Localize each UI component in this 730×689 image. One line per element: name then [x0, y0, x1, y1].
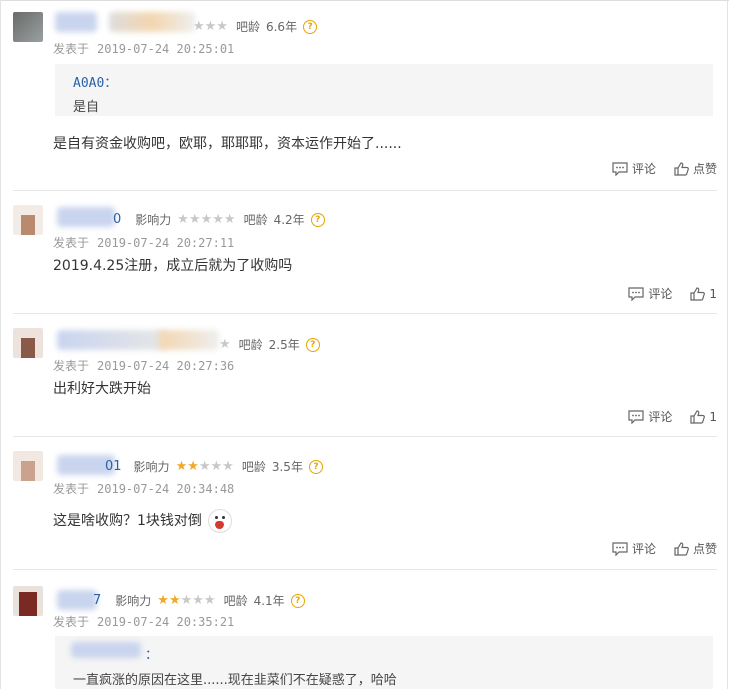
post-date: 发表于 2019-07-24 20:27:11	[53, 236, 235, 250]
username-blurred[interactable]	[57, 330, 167, 350]
like-button[interactable]: 1	[690, 287, 717, 301]
comment-text: 这是啥收购？1块钱对倒	[53, 509, 232, 533]
comment-button[interactable]: 评论	[612, 160, 656, 177]
quoted-username[interactable]: ：	[145, 644, 158, 663]
avatar[interactable]	[13, 328, 43, 358]
thumbs-up-icon	[674, 161, 689, 176]
help-icon[interactable]: ?	[310, 212, 325, 227]
post-date: 发表于 2019-07-24 20:35:21	[53, 615, 235, 629]
quoted-text: 是自	[73, 100, 100, 115]
quoted-reply: ： 一直疯涨的原因在这里......现在韭菜们不在疑惑了，哈哈	[55, 636, 713, 689]
user-meta: 7 影响力 ★★★★★ 吧龄 4.1年 ?	[93, 592, 305, 609]
forum-age-value: 3.5年	[271, 460, 303, 474]
post-date: 发表于 2019-07-24 20:25:01	[53, 42, 235, 56]
avatar[interactable]	[13, 451, 43, 481]
comment-icon	[628, 286, 644, 301]
avatar[interactable]	[13, 12, 43, 42]
username-blurred[interactable]	[109, 12, 195, 32]
forum-age-label: 吧龄	[235, 20, 260, 34]
thumbs-up-icon	[690, 286, 706, 301]
comment-actions: 评论 1	[610, 408, 717, 425]
comment-list: ★★★ 吧龄 6.6年 ? 发表于 2019-07-24 20:25:01 A0A…	[0, 0, 729, 689]
comment-icon	[628, 409, 644, 424]
username-tail[interactable]: 7	[93, 593, 101, 608]
help-icon[interactable]: ?	[290, 593, 305, 608]
post-date: 发表于 2019-07-24 20:27:36	[53, 359, 235, 373]
quoted-username-blurred[interactable]	[71, 642, 141, 658]
comment-item: 0 影响力 ★★★★★ 吧龄 4.2年 ? 发表于 2019-07-24 20:2…	[13, 191, 717, 313]
username-blurred[interactable]	[55, 12, 97, 32]
help-icon[interactable]: ?	[303, 19, 318, 34]
thumbs-up-icon	[690, 409, 706, 424]
comment-text: 2019.4.25注册，成立后就为了收购吗	[53, 258, 293, 274]
comment-actions: 评论 点赞	[594, 540, 717, 557]
username-blurred[interactable]	[57, 207, 115, 227]
help-icon[interactable]: ?	[308, 459, 323, 474]
forum-age-value: 6.6年	[265, 20, 298, 34]
quoted-text: 一直疯涨的原因在这里......现在韭菜们不在疑惑了，哈哈	[73, 673, 397, 688]
username-tail[interactable]: 01	[105, 459, 122, 474]
comment-item: 7 影响力 ★★★★★ 吧龄 4.1年 ? 发表于 2019-07-24 20:3…	[13, 570, 717, 689]
influence-stars: ★★★★★	[175, 459, 234, 474]
comment-icon	[612, 161, 628, 176]
like-button[interactable]: 1	[690, 410, 717, 424]
like-button[interactable]: 点赞	[674, 540, 717, 557]
comment-item: ★★★ 吧龄 6.6年 ? 发表于 2019-07-24 20:25:01 A0A…	[13, 0, 717, 190]
comment-button[interactable]: 评论	[612, 540, 656, 557]
crying-face-icon	[207, 509, 232, 533]
avatar[interactable]	[13, 586, 43, 616]
comment-button[interactable]: 评论	[628, 408, 672, 425]
influence-stars: ★★★	[193, 19, 228, 34]
comment-icon	[612, 541, 628, 556]
forum-age-value: 4.1年	[253, 594, 285, 608]
forum-age-value: 2.5年	[268, 338, 300, 352]
help-icon[interactable]: ?	[305, 337, 320, 352]
comment-text: 出利好大跌开始	[53, 381, 151, 397]
username-blurred[interactable]	[159, 330, 219, 350]
quoted-username[interactable]: A0A0：	[73, 72, 117, 91]
influence-stars: ★	[219, 337, 231, 352]
post-date: 发表于 2019-07-24 20:34:48	[53, 482, 235, 496]
username-blurred[interactable]	[57, 590, 97, 610]
comment-item: 01 影响力 ★★★★★ 吧龄 3.5年 ? 发表于 2019-07-24 20:…	[13, 437, 717, 569]
comment-button[interactable]: 评论	[628, 285, 672, 302]
avatar[interactable]	[13, 205, 43, 235]
forum-age-value: 4.2年	[273, 213, 305, 227]
username-tail[interactable]: 0	[113, 212, 121, 227]
like-button[interactable]: 点赞	[674, 160, 717, 177]
comment-actions: 评论 点赞	[594, 160, 717, 177]
thumbs-up-icon	[674, 541, 689, 556]
user-meta: ★★★ 吧龄 6.6年 ?	[193, 18, 318, 35]
user-meta: 01 影响力 ★★★★★ 吧龄 3.5年 ?	[105, 458, 323, 475]
quoted-reply: A0A0： 是自	[55, 64, 713, 116]
influence-stars: ★★★★★	[157, 593, 216, 608]
comment-actions: 评论 1	[610, 285, 717, 302]
comment-text: 是自有资金收购吧，欧耶，耶耶耶，资本运作开始了......	[53, 136, 402, 152]
user-meta: ★ 吧龄 2.5年 ?	[219, 336, 320, 353]
comment-item: ★ 吧龄 2.5年 ? 发表于 2019-07-24 20:27:36 出利好大跌…	[13, 314, 717, 436]
influence-stars: ★★★★★	[177, 212, 236, 227]
user-meta: 0 影响力 ★★★★★ 吧龄 4.2年 ?	[113, 211, 325, 228]
